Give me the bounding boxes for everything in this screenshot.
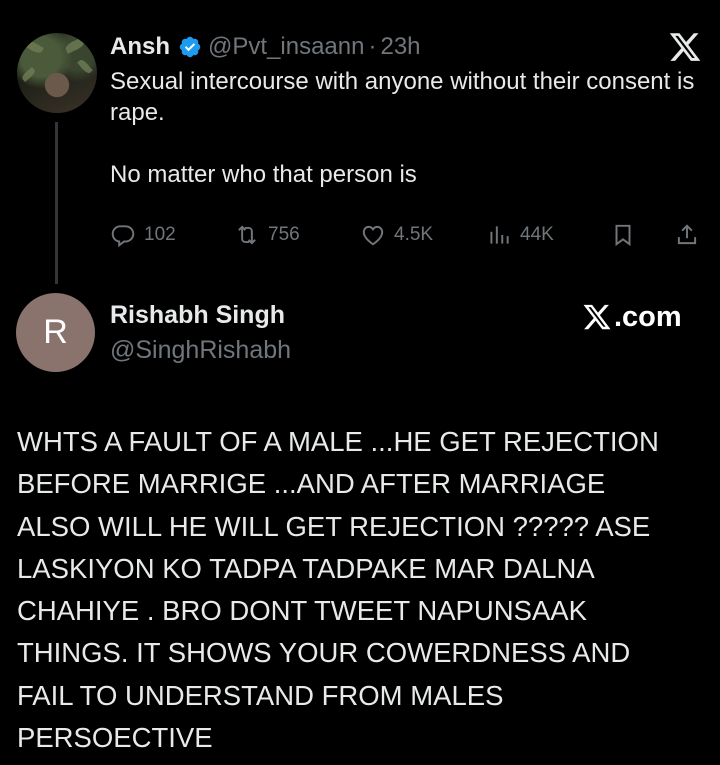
like-icon <box>362 225 384 246</box>
tweet-actions: 102 756 4.5K 44K <box>110 218 705 252</box>
like-button[interactable]: 4.5K <box>360 222 433 248</box>
bookmark-button[interactable] <box>610 222 644 248</box>
tweet-header: Ansh @Pvt_insaann · 23h <box>110 30 421 64</box>
x-logo-icon <box>669 33 701 61</box>
reply-text: WHTS A FAULT OF A MALE ...HE GET REJECTI… <box>17 426 659 754</box>
x-com-brand: .com <box>582 299 682 335</box>
share-icon <box>677 224 697 245</box>
retweet-icon <box>238 225 256 245</box>
views-button[interactable]: 44K <box>486 222 554 248</box>
reply-button[interactable]: 102 <box>110 222 176 248</box>
timestamp[interactable]: 23h <box>380 33 420 61</box>
author-name[interactable]: Ansh <box>110 33 170 61</box>
author-handle[interactable]: @SinghRishabh <box>110 336 291 365</box>
thread-connector <box>55 122 58 284</box>
brand-text: .com <box>614 300 682 333</box>
reply-icon <box>111 225 135 248</box>
avatar[interactable]: R <box>16 293 95 372</box>
reply-count: 102 <box>144 224 176 245</box>
verified-badge-icon <box>179 36 201 58</box>
views-count: 44K <box>520 224 554 245</box>
bookmark-icon <box>615 224 631 247</box>
author-name[interactable]: Rishabh Singh <box>110 301 285 330</box>
retweet-button[interactable]: 756 <box>234 222 300 248</box>
avatar[interactable] <box>17 33 97 113</box>
tweet-text: Sexual intercourse with anyone without t… <box>110 66 700 190</box>
tweet-paragraph: Sexual intercourse with anyone without t… <box>110 68 695 126</box>
author-handle[interactable]: @Pvt_insaann <box>208 33 364 61</box>
like-count: 4.5K <box>394 224 434 245</box>
x-logo-icon <box>583 304 611 330</box>
separator-dot: · <box>368 33 377 60</box>
tweet-paragraph: No matter who that person is <box>110 161 417 188</box>
views-icon <box>490 226 509 244</box>
retweet-count: 756 <box>268 224 300 245</box>
share-button[interactable] <box>674 222 708 248</box>
